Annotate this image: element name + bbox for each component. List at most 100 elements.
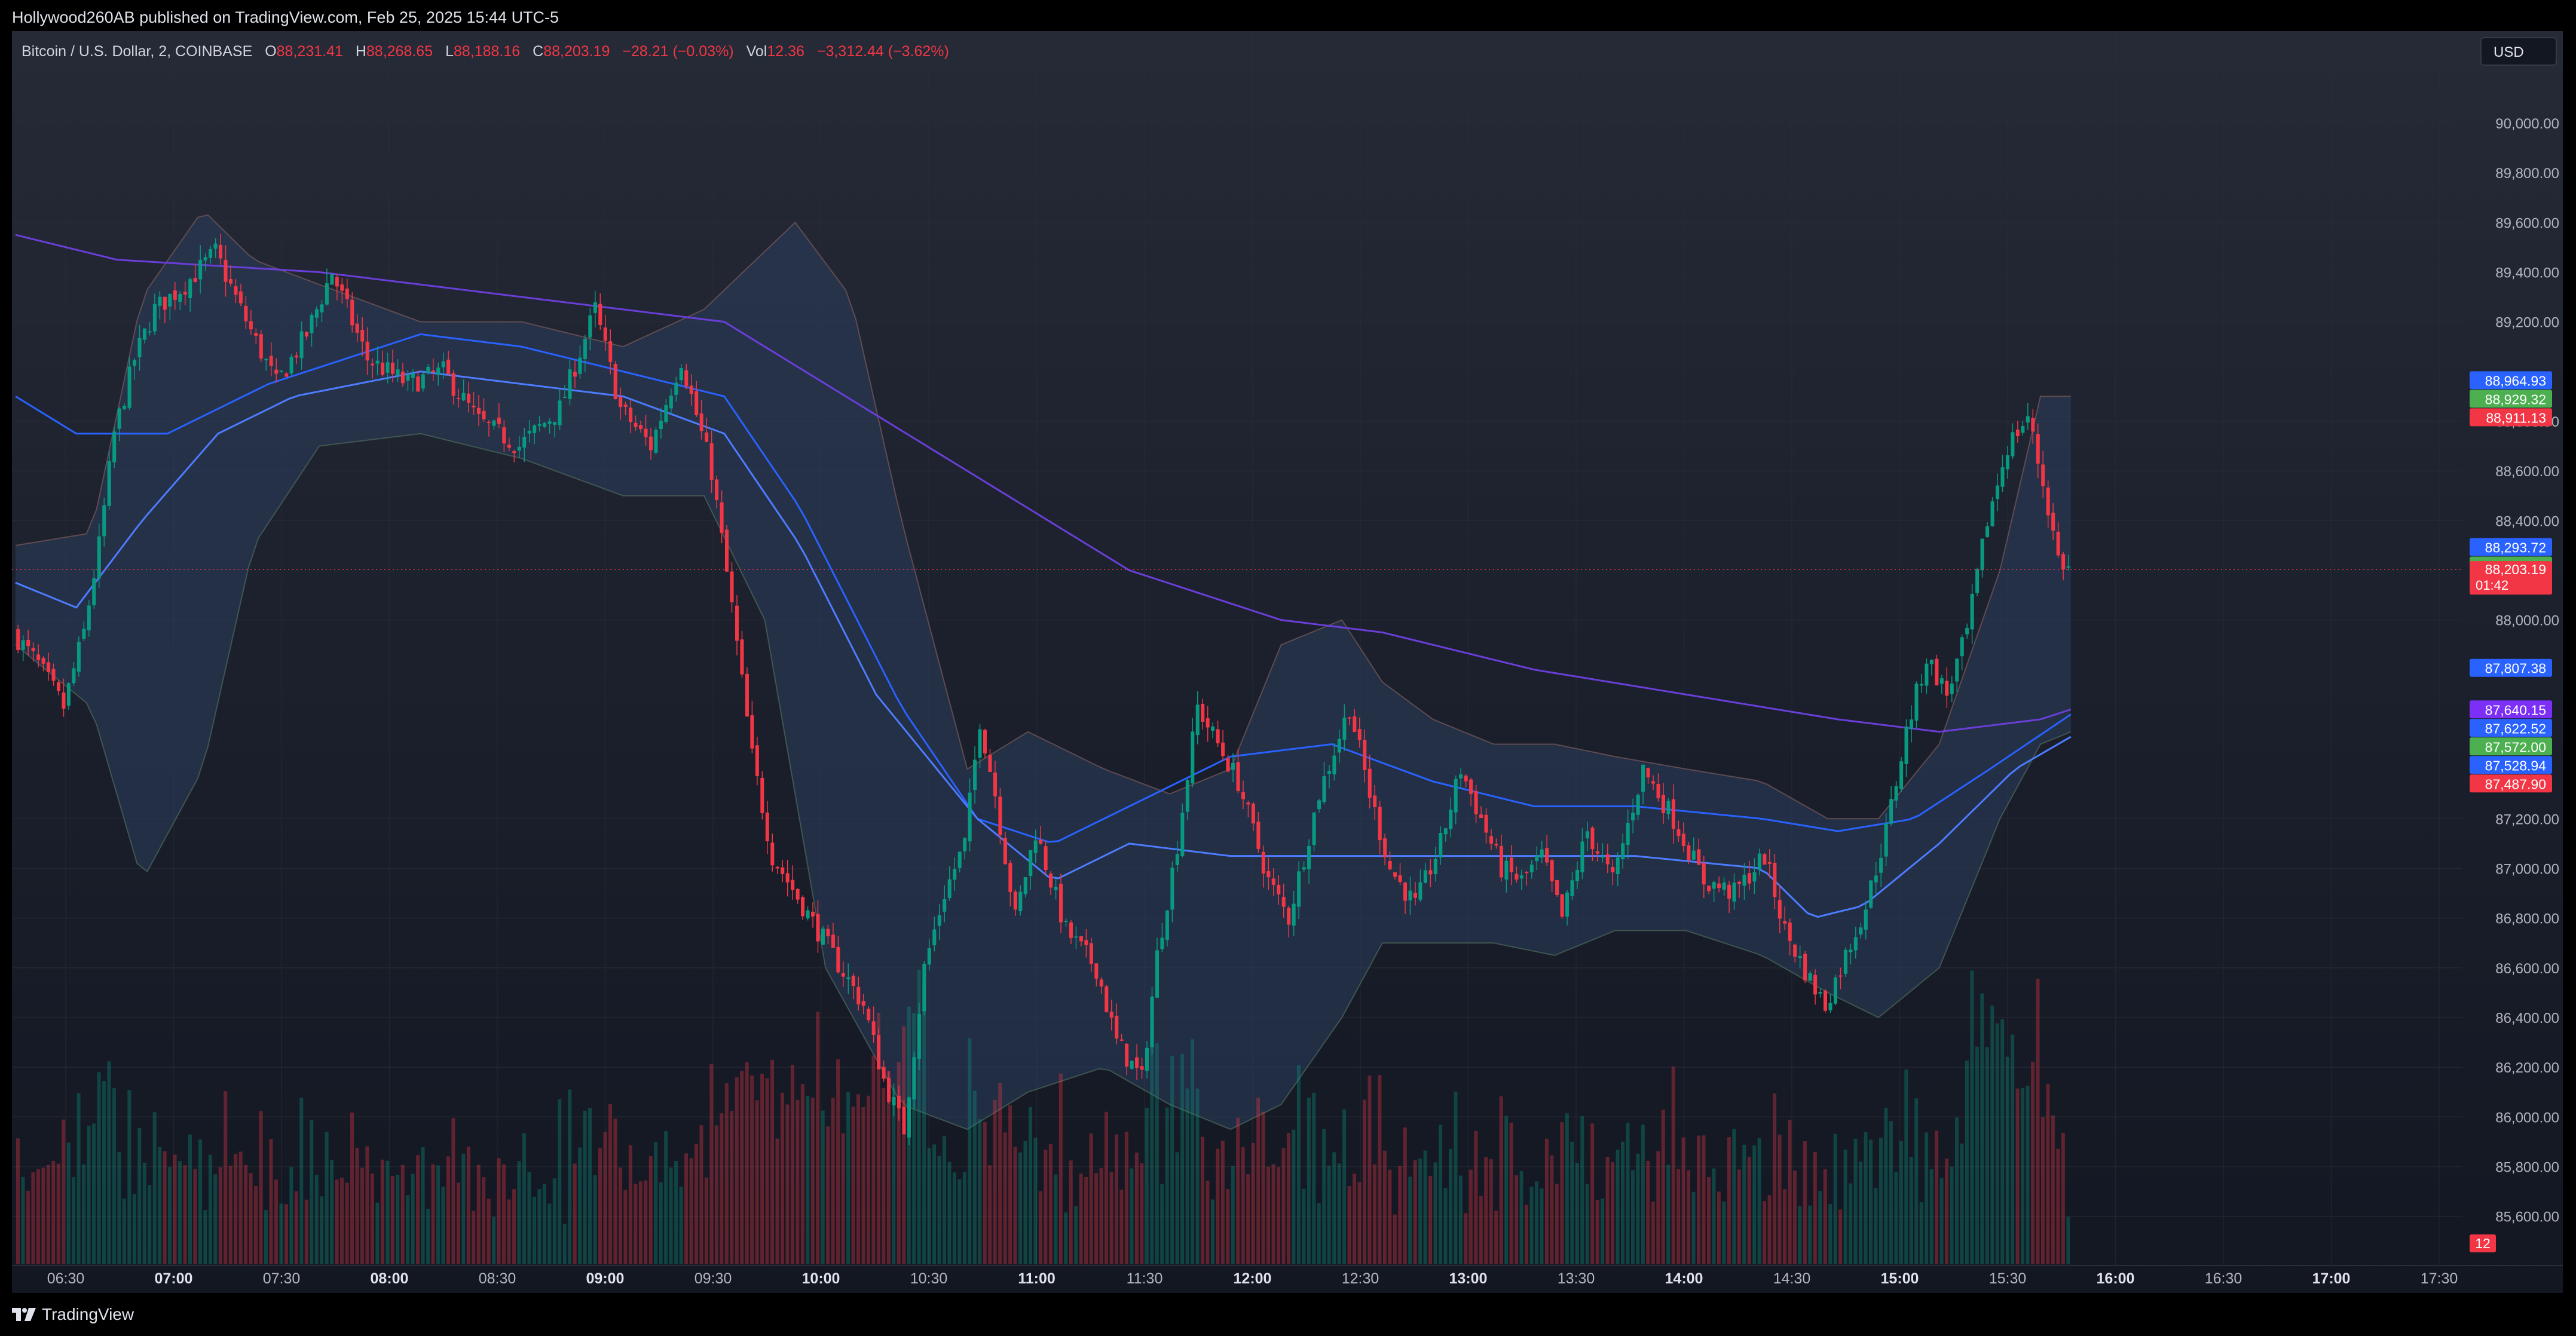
volume-bar [2021,1087,2025,1264]
candle-body [269,356,273,366]
candle-body [400,372,405,384]
volume-bar [218,1167,222,1264]
candle-body [1383,838,1387,858]
candle-body [467,393,471,403]
candle-body [1307,845,1311,869]
volume-bar [482,1177,486,1264]
candle-body [62,692,66,709]
volume-bar [1580,1116,1584,1264]
time-tick-label: 09:30 [695,1270,732,1287]
candle-body [623,405,628,407]
volume-bar [1661,1110,1665,1264]
candle-body [1327,771,1331,774]
volume-bar [1970,970,1974,1264]
volume-bar [1575,1163,1579,1264]
candle-body [654,430,658,453]
candle-body [1246,802,1250,805]
candle-body [684,370,689,387]
candle-body [2005,455,2009,470]
candle-body [1828,1003,1832,1010]
volume-bar [1894,1172,1898,1264]
volume-bar [421,1147,425,1264]
volume-bar [780,1093,784,1264]
candle-body [289,357,293,374]
candle-body [56,682,61,691]
candle-body [1783,921,1787,924]
volume-bar [1798,1206,1802,1264]
candle-body [1712,882,1716,889]
candle-body [659,421,663,429]
candle-body [1575,869,1580,881]
volume-bar [1038,1191,1042,1264]
candle-body [968,792,972,842]
candle-body [82,629,86,639]
volume-bar [238,1151,243,1264]
candle-body [573,372,577,377]
candle-body [1413,893,1417,898]
volume-bar [634,1184,638,1264]
candle-body [619,397,623,407]
volume-bar [1687,1170,1691,1264]
candle-body [1849,949,1853,952]
symbol-name[interactable]: Bitcoin / U.S. Dollar, 2, COINBASE [22,43,252,60]
volume-bar [755,1100,759,1264]
candle-body [1838,975,1843,977]
candle-body [1408,890,1412,900]
candle-body [228,279,233,284]
volume-bar [750,1075,754,1264]
candle-body [325,283,329,305]
volume-bar [1175,1152,1179,1264]
price-tick-label: 88,000.00 [2495,613,2559,629]
volume-bar [598,1148,602,1264]
volume-bar [866,1095,870,1264]
volume-bar [198,1139,202,1264]
volume-bar [669,1168,673,1264]
volume-bar [1504,1116,1509,1264]
volume-bar [1904,1070,1908,1264]
candle-body [502,427,506,444]
candle-body [1287,908,1291,925]
volume-bar [1064,1212,1068,1264]
volume-bar [1226,1189,1230,1264]
volume-bar [1681,1137,1685,1264]
volume-bar [279,1203,283,1264]
volume-bar [1281,1148,1286,1264]
candle-body [1545,848,1549,863]
candle-body [871,1021,876,1035]
volume-tag-label: 12 [2475,1236,2491,1251]
candle-body [1864,909,1868,930]
candle-body [897,1095,901,1108]
candle-body [553,421,557,425]
candle-body [1757,853,1761,870]
volume-bar [2000,1019,2005,1264]
time-tick-label: 14:30 [1773,1270,1811,1287]
volume-bar [943,1136,946,1264]
candle-body [1727,884,1731,899]
candle-body [2066,566,2070,568]
volume-bar [588,1108,592,1264]
volume-bar [1605,1157,1610,1264]
candle-body [1717,883,1721,888]
candle-body [806,910,810,918]
currency-button[interactable]: USD [2480,37,2557,66]
volume-bar [1960,1143,1964,1264]
volume-bar [487,1199,491,1264]
candle-body [112,431,117,462]
candle-body [922,964,926,1012]
candle-body [1428,870,1433,875]
symbol-legend[interactable]: Bitcoin / U.S. Dollar, 2, COINBASE O88,2… [22,43,949,60]
candle-body [568,369,572,399]
price-chart[interactable]: 90,000.00 89,800.00 89,600.00 89,400.00 89,2… [12,31,2563,1293]
candle-body [1631,813,1635,821]
candle-body [1798,956,1802,958]
volume-bar [1317,1203,1321,1264]
price-axis: 90,000.00 89,800.00 89,600.00 89,400.00 89,2… [2470,116,2559,1252]
candle-body [355,323,359,333]
volume-bar [937,1156,941,1264]
candle-body [1064,921,1068,923]
volume-bar [1454,1092,1458,1264]
tradingview-logo[interactable]: TradingView [12,1305,134,1324]
volume-bar [1054,1174,1058,1264]
price-marker-label: 88,964.93 [2485,373,2546,388]
candle-body [781,867,785,874]
